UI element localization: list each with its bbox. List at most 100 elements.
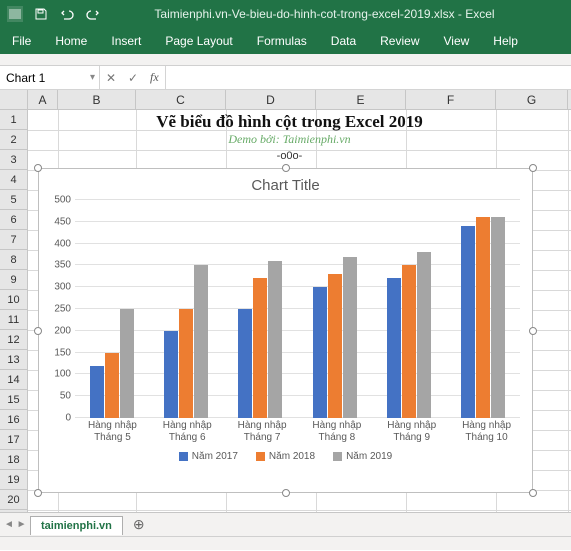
resize-handle[interactable]: [282, 489, 290, 497]
redo-icon[interactable]: [82, 3, 104, 25]
row-header-17[interactable]: 17: [0, 430, 27, 450]
bar[interactable]: [461, 226, 475, 418]
col-header-a[interactable]: A: [28, 90, 58, 109]
embedded-chart[interactable]: Chart Title 0501001502002503003504004505…: [38, 168, 533, 493]
row-header-16[interactable]: 16: [0, 410, 27, 430]
bar[interactable]: [90, 366, 104, 418]
row-header-7[interactable]: 7: [0, 230, 27, 250]
bar[interactable]: [313, 287, 327, 418]
x-label: Hàng nhậpTháng 8: [299, 420, 374, 443]
row-header-15[interactable]: 15: [0, 390, 27, 410]
row-header-2[interactable]: 2: [0, 130, 27, 150]
resize-handle[interactable]: [34, 489, 42, 497]
col-header-b[interactable]: B: [58, 90, 136, 109]
cancel-icon[interactable]: ✕: [100, 71, 122, 85]
bar-group: [223, 200, 297, 418]
tab-help[interactable]: Help: [481, 28, 530, 54]
tab-insert[interactable]: Insert: [99, 28, 153, 54]
resize-handle[interactable]: [34, 164, 42, 172]
bar[interactable]: [476, 217, 490, 418]
name-box[interactable]: Chart 1 ▾: [0, 66, 100, 89]
status-bar: [0, 536, 571, 550]
y-tick: 300: [45, 282, 75, 293]
formula-buttons: ✕ ✓ fx: [100, 66, 166, 89]
select-all-corner[interactable]: [0, 90, 28, 109]
legend-item[interactable]: Năm 2017: [179, 451, 238, 462]
col-header-d[interactable]: D: [226, 90, 316, 109]
tab-formulas[interactable]: Formulas: [245, 28, 319, 54]
x-label: Hàng nhậpTháng 5: [75, 420, 150, 443]
legend-item[interactable]: Năm 2018: [256, 451, 315, 462]
resize-handle[interactable]: [282, 164, 290, 172]
tab-view[interactable]: View: [432, 28, 482, 54]
sheet-tab-active[interactable]: taimienphi.vn: [30, 516, 123, 535]
tab-page-layout[interactable]: Page Layout: [153, 28, 244, 54]
row-header-13[interactable]: 13: [0, 350, 27, 370]
chart-frame: Chart Title 0501001502002503003504004505…: [38, 168, 533, 493]
y-tick: 50: [45, 391, 75, 402]
bar[interactable]: [387, 278, 401, 418]
chart-title[interactable]: Chart Title: [39, 169, 532, 196]
row-header-4[interactable]: 4: [0, 170, 27, 190]
enter-icon[interactable]: ✓: [122, 71, 144, 85]
excel-app-icon: [4, 3, 26, 25]
col-header-e[interactable]: E: [316, 90, 406, 109]
bar[interactable]: [194, 265, 208, 418]
y-tick: 250: [45, 304, 75, 315]
y-tick: 450: [45, 216, 75, 227]
chart-plot-area[interactable]: 050100150200250300350400450500: [75, 200, 524, 418]
row-header-9[interactable]: 9: [0, 270, 27, 290]
resize-handle[interactable]: [529, 489, 537, 497]
quick-access-toolbar: [0, 3, 108, 25]
ribbon-body: [0, 54, 571, 66]
tab-file[interactable]: File: [0, 28, 43, 54]
resize-handle[interactable]: [529, 164, 537, 172]
row-header-8[interactable]: 8: [0, 250, 27, 270]
bar[interactable]: [268, 261, 282, 418]
tab-review[interactable]: Review: [368, 28, 431, 54]
resize-handle[interactable]: [529, 327, 537, 335]
col-header-f[interactable]: F: [406, 90, 496, 109]
resize-handle[interactable]: [34, 327, 42, 335]
add-sheet-icon[interactable]: ⊕: [127, 516, 151, 533]
bar[interactable]: [343, 257, 357, 418]
tab-data[interactable]: Data: [319, 28, 368, 54]
sheet-nav-arrows[interactable]: ◄ ►: [4, 519, 27, 530]
cells-area[interactable]: Vẽ biểu đồ hình cột trong Excel 2019 Dem…: [28, 110, 571, 512]
row-header-5[interactable]: 5: [0, 190, 27, 210]
col-header-g[interactable]: G: [496, 90, 568, 109]
bar[interactable]: [120, 309, 134, 418]
save-icon[interactable]: [30, 3, 52, 25]
doc-title: Vẽ biểu đồ hình cột trong Excel 2019: [28, 110, 551, 134]
row-header-6[interactable]: 6: [0, 210, 27, 230]
bar[interactable]: [402, 265, 416, 418]
row-header-3[interactable]: 3: [0, 150, 27, 170]
row-header-14[interactable]: 14: [0, 370, 27, 390]
legend-swatch: [333, 452, 342, 461]
formula-bar[interactable]: [166, 66, 571, 89]
col-header-c[interactable]: C: [136, 90, 226, 109]
y-tick: 400: [45, 238, 75, 249]
row-header-19[interactable]: 19: [0, 470, 27, 490]
row-header-18[interactable]: 18: [0, 450, 27, 470]
fx-icon[interactable]: fx: [144, 70, 165, 85]
row-header-11[interactable]: 11: [0, 310, 27, 330]
undo-icon[interactable]: [56, 3, 78, 25]
bar[interactable]: [164, 331, 178, 418]
bar[interactable]: [238, 309, 252, 418]
bar[interactable]: [491, 217, 505, 418]
row-header-1[interactable]: 1: [0, 110, 27, 130]
bar[interactable]: [253, 278, 267, 418]
row-header-20[interactable]: 20: [0, 490, 27, 510]
tab-home[interactable]: Home: [43, 28, 99, 54]
row-header-10[interactable]: 10: [0, 290, 27, 310]
bar[interactable]: [328, 274, 342, 418]
bar[interactable]: [105, 353, 119, 418]
legend-label: Năm 2017: [192, 451, 238, 462]
legend-item[interactable]: Năm 2019: [333, 451, 392, 462]
bar[interactable]: [179, 309, 193, 418]
chevron-down-icon[interactable]: ▾: [90, 72, 95, 83]
chart-legend[interactable]: Năm 2017 Năm 2018 Năm 2019: [39, 451, 532, 462]
row-header-12[interactable]: 12: [0, 330, 27, 350]
bar[interactable]: [417, 252, 431, 418]
